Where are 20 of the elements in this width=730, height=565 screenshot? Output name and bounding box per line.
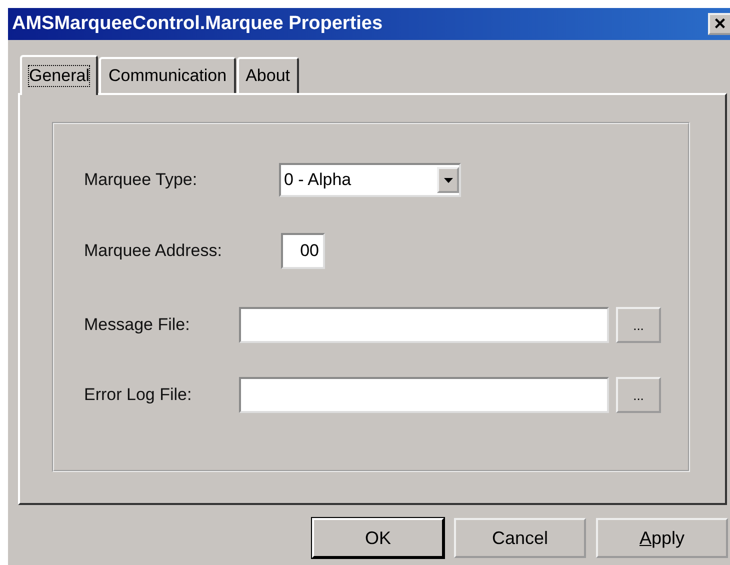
dropdown[interactable]: 0 - Alpha — [279, 163, 461, 197]
input-field[interactable] — [239, 307, 609, 343]
tab[interactable]: General — [20, 55, 98, 95]
dropdown-arrow-button[interactable] — [437, 167, 459, 193]
field-label: Marquee Type: — [84, 170, 198, 190]
dialog-button[interactable]: Apply — [596, 518, 728, 558]
field-label: Marquee Address: — [84, 241, 223, 261]
tab[interactable]: Communication — [99, 57, 236, 93]
field-label: Message File: — [84, 315, 191, 335]
browse-button[interactable]: ... — [616, 377, 661, 413]
input-field[interactable]: 00 — [281, 233, 325, 269]
window-title: AMSMarqueeControl.Marquee Properties — [12, 13, 383, 35]
input-field[interactable] — [239, 377, 609, 413]
browse-button[interactable]: ... — [616, 307, 661, 343]
close-button[interactable]: × — [708, 13, 730, 35]
tab[interactable]: About — [236, 57, 300, 93]
dialog-button[interactable]: Cancel — [454, 518, 586, 558]
caret-icon — [444, 178, 452, 182]
dialog-button[interactable]: OK — [312, 518, 444, 558]
field-label: Error Log File: — [84, 385, 193, 405]
